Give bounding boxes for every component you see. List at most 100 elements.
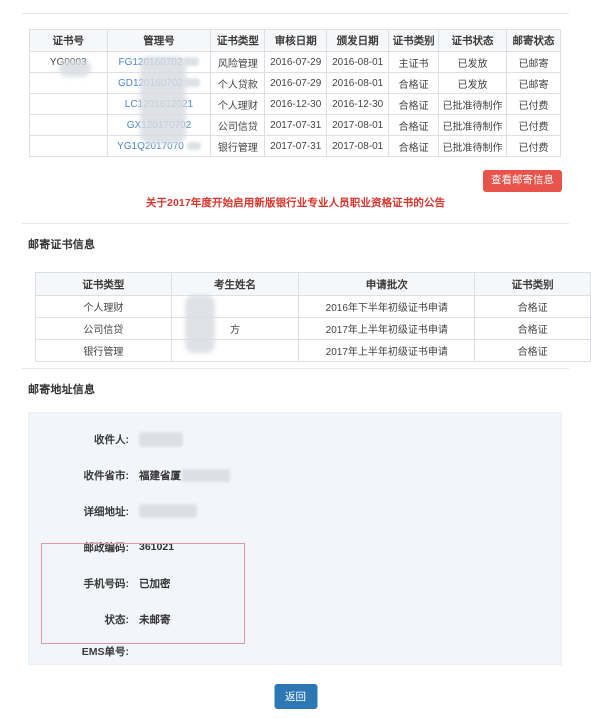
province-city-value: 福建省厦 [139,468,230,483]
section-divider [22,368,569,369]
redaction-mask [139,431,183,447]
cell-cert-no [29,93,108,115]
cell-review-date: 2016-07-29 [264,72,328,94]
postcode-value: 361021 [139,541,175,553]
mobile-value: 已加密 [139,577,171,590]
cell-cert-no [29,114,108,136]
table-row: 银行管理 2017年上半年初级证书申请 合格证 [35,339,591,362]
cell-cert-type: 公司信贷 [210,114,266,136]
cell-mail-status: 已邮寄 [506,72,561,94]
view-mailing-info-button[interactable]: 查看邮寄信息 [483,170,562,192]
redaction-blob [59,60,91,77]
col-issue-date: 颁发日期 [326,29,390,52]
col-manage-no: 管理号 [106,29,212,52]
cell-cert-category: 合格证 [388,114,440,136]
mobile-label: 手机号码: [83,577,130,590]
back-button[interactable]: 返回 [274,684,317,709]
cell-mail-status: 已付费 [506,93,561,115]
redaction-mask [139,504,197,518]
postcode-label: 邮政编码: [83,541,130,554]
mail-cert-table-container: 证书类型 考生姓名 申请批次 证书类别 个人理财 2016年下半年初级证书申请 … [35,272,591,362]
col-cert-type: 证书类型 [210,29,266,52]
cell-review-date: 2016-12-30 [264,93,328,115]
detail-address-value [139,504,197,518]
address-row-province-city: 收件省市: 福建省厦 [29,457,561,493]
cell-cert-category: 合格证 [388,72,440,94]
table-row: YG1Q2017070 银行管理 2017-07-31 2017-08-01 合… [29,135,561,157]
address-panel: 收件人: 收件省市: 福建省厦 详细地址: 邮政编码: 361021 手机号码:… [28,412,562,665]
cell-cert-category: 主证书 [388,51,440,73]
province-city-text: 福建省厦 [139,469,181,482]
announcement-link[interactable]: 关于2017年度开始启用新版银行业专业人员职业资格证书的公告 [0,195,591,210]
col-cert-type: 证书类型 [35,272,172,296]
detail-address-label: 详细地址: [83,505,130,518]
address-row-detail-address: 详细地址: [29,493,561,529]
cell-apply-batch: 2017年上半年初级证书申请 [298,317,476,340]
ems-no-label: EMS单号: [81,645,129,658]
section-divider [22,223,569,224]
cell-review-date: 2016-07-29 [264,51,328,73]
cell-issue-date: 2016-12-30 [326,93,390,115]
cell-mail-status: 已付费 [506,135,561,157]
col-cert-category: 证书类别 [474,272,591,296]
cell-cert-status: 已发放 [438,51,508,73]
top-divider [22,13,569,14]
recipient-value [139,431,183,447]
redaction-mask [182,468,230,482]
cell-cert-type: 风险管理 [210,51,266,73]
address-section-title: 邮寄地址信息 [28,384,96,396]
cell-issue-date: 2017-08-01 [326,135,390,157]
col-cert-category: 证书类别 [388,29,440,52]
table-header-row: 证书号 管理号 证书类型 审核日期 颁发日期 证书类别 证书状态 邮寄状态 [29,29,561,52]
cell-cert-status: 已批准待制作 [438,135,508,157]
cell-issue-date: 2016-08-01 [326,72,390,94]
col-mail-status: 邮寄状态 [506,29,561,52]
cell-cert-category: 合格证 [474,317,591,340]
col-cert-status: 证书状态 [438,29,508,52]
address-row-recipient: 收件人: [29,421,561,457]
table-row: 公司信贷 方 2017年上半年初级证书申请 合格证 [35,317,591,340]
cell-cert-status: 已批准待制作 [438,93,508,115]
col-cert-no: 证书号 [29,29,108,52]
recipient-label: 收件人: [94,433,129,446]
cell-cert-type: 银行管理 [35,339,172,362]
status-label: 状态: [104,613,130,626]
address-row-postcode: 邮政编码: 361021 [29,529,561,565]
table-row: GX120170702 公司信贷 2017-07-31 2017-08-01 合… [29,114,561,136]
cell-mail-status: 已付费 [506,114,561,136]
cell-mail-status: 已邮寄 [506,51,561,73]
mailing-info-page: 证书号 管理号 证书类型 审核日期 颁发日期 证书类别 证书状态 邮寄状态 YG… [0,0,591,718]
cell-cert-status: 已发放 [438,72,508,94]
cell-cert-category: 合格证 [388,93,440,115]
cell-apply-batch: 2017年上半年初级证书申请 [298,339,476,362]
cell-cert-type: 个人理财 [210,93,266,115]
cell-issue-date: 2016-08-01 [326,51,390,73]
mail-cert-section-title: 邮寄证书信息 [28,239,96,251]
col-apply-batch: 申请批次 [298,272,476,296]
cell-cert-type: 个人贷款 [210,72,266,94]
cell-cert-category: 合格证 [388,135,440,157]
address-row-status: 状态: 未邮寄 [29,601,561,637]
province-city-label: 收件省市: [83,469,130,482]
table-row: GD120160702 个人贷款 2016-07-29 2016-08-01 合… [29,72,561,94]
cell-cert-type: 个人理财 [35,295,172,318]
certificate-table: 证书号 管理号 证书类型 审核日期 颁发日期 证书类别 证书状态 邮寄状态 YG… [29,29,561,157]
cell-cert-category: 合格证 [474,339,591,362]
cell-cert-no [29,135,108,157]
table-header-row: 证书类型 考生姓名 申请批次 证书类别 [35,272,591,296]
cell-cert-status: 已批准待制作 [438,114,508,136]
mail-cert-table: 证书类型 考生姓名 申请批次 证书类别 个人理财 2016年下半年初级证书申请 … [35,272,591,362]
col-review-date: 审核日期 [264,29,328,52]
cell-cert-category: 合格证 [474,295,591,318]
certificate-table-container: 证书号 管理号 证书类型 审核日期 颁发日期 证书类别 证书状态 邮寄状态 YG… [29,29,561,157]
status-badge: 未邮寄 [139,613,171,626]
redaction-blob [140,56,186,144]
cell-review-date: 2017-07-31 [264,135,328,157]
redaction-mask [186,141,201,150]
cell-cert-type: 公司信贷 [35,317,172,340]
cell-apply-batch: 2016年下半年初级证书申请 [298,295,476,318]
table-row: 个人理财 2016年下半年初级证书申请 合格证 [35,295,591,318]
redaction-mask [184,78,200,88]
cell-issue-date: 2017-08-01 [326,114,390,136]
address-row-mobile: 手机号码: 已加密 [29,565,561,601]
